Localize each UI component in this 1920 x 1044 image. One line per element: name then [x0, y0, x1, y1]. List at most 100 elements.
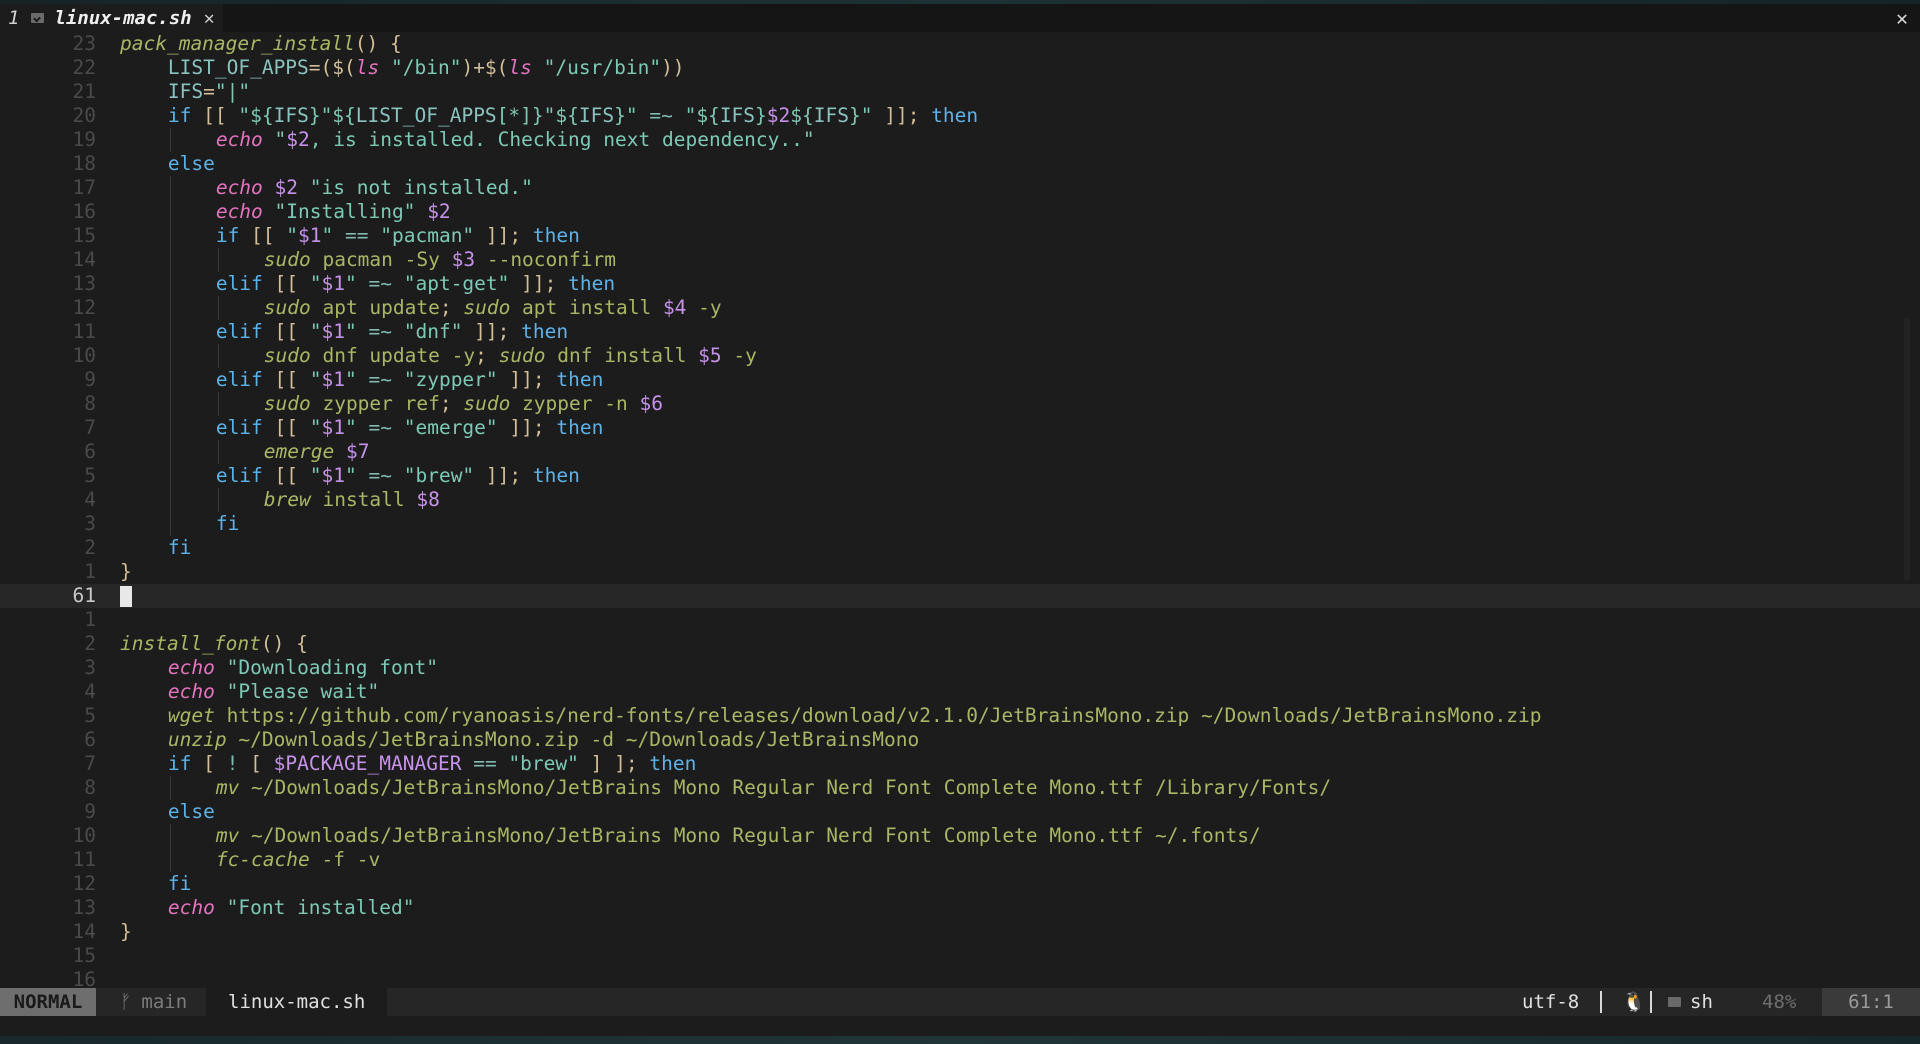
code-token: }" — [849, 104, 873, 127]
code-token: -y — [721, 344, 757, 367]
indent-guide — [169, 368, 171, 392]
code-line[interactable]: 23 pack_manager_install() { — [0, 32, 1920, 56]
code-line[interactable]: 21 IFS="|" — [0, 80, 1920, 104]
code-line[interactable]: 16 echo "Installing" $2 — [0, 200, 1920, 224]
code-token: " — [345, 320, 357, 343]
code-token: =~ — [649, 104, 673, 127]
code-text: elif [[ "$1" =~ "apt-get" ]]; then — [216, 272, 615, 296]
code-line[interactable]: 9 else — [0, 800, 1920, 824]
code-text: fc-cache -f -v — [216, 848, 380, 872]
code-text: pack_manager_install() { — [120, 32, 402, 56]
code-line[interactable]: 11 fc-cache -f -v — [0, 848, 1920, 872]
code-token: mv — [215, 824, 240, 847]
line-number: 1 — [84, 608, 96, 631]
code-token: LIST_OF_APPS — [167, 56, 309, 79]
line-number: 9 — [84, 368, 96, 391]
code-token: [ — [191, 752, 227, 775]
code-line[interactable]: 11 elif [[ "$1" =~ "dnf" ]]; then — [0, 320, 1920, 344]
code-line[interactable]: 9 elif [[ "$1" =~ "zypper" ]]; then — [0, 368, 1920, 392]
code-token: unzip — [167, 728, 227, 751]
code-line[interactable]: 5 wget https://github.com/ryanoasis/nerd-… — [0, 704, 1920, 728]
code-line[interactable]: 10 sudo dnf update -y; sudo dnf install $… — [0, 344, 1920, 368]
code-line[interactable]: 6 unzip ~/Downloads/JetBrainsMono.zip -d … — [0, 728, 1920, 752]
code-line[interactable]: 7 if [ ! [ $PACKAGE_MANAGER == "brew" ] ]… — [0, 752, 1920, 776]
line-number: 17 — [72, 176, 96, 199]
code-line[interactable]: 12 fi — [0, 872, 1920, 896]
indent-guide — [169, 776, 171, 800]
code-line[interactable]: 18 else — [0, 152, 1920, 176]
indent-guide — [169, 512, 171, 536]
editor-buffer[interactable]: 23 pack_manager_install() {22 LIST_OF_APPS… — [0, 32, 1920, 991]
indent-guide — [217, 392, 219, 416]
code-line[interactable]: 15 — [0, 944, 1920, 968]
code-token: "apt-get" — [403, 272, 510, 295]
tab-close-icon[interactable]: ✕ — [204, 8, 215, 29]
indent-guide — [217, 440, 219, 464]
mode-indicator: NORMAL — [0, 988, 96, 1016]
code-token: "|" — [214, 80, 251, 103]
code-line[interactable]: 2 fi — [0, 536, 1920, 560]
code-line[interactable]: 5 elif [[ "$1" =~ "brew" ]]; then — [0, 464, 1920, 488]
code-line[interactable]: 22 LIST_OF_APPS=($(ls "/bin")+$(ls "/usr/… — [0, 56, 1920, 80]
code-line[interactable]: 7 elif [[ "$1" =~ "emerge" ]]; then — [0, 416, 1920, 440]
code-line[interactable]: 4 brew install $8 — [0, 488, 1920, 512]
code-line[interactable]: 4 echo "Please wait" — [0, 680, 1920, 704]
code-token: ~/Downloads/JetBrainsMono/JetBrains Mono… — [239, 824, 1261, 847]
scrollbar[interactable] — [1904, 318, 1910, 580]
code-line[interactable]: 3 echo "Downloading font" — [0, 656, 1920, 680]
code-token: sudo — [463, 296, 511, 319]
code-line[interactable]: 20 if [[ "${IFS}"${LIST_OF_APPS[*]}"${IFS… — [0, 104, 1920, 128]
code-line[interactable]: 10 mv ~/Downloads/JetBrainsMono/JetBrains… — [0, 824, 1920, 848]
code-token: then — [521, 320, 569, 343]
code-line[interactable]: 12 sudo apt update; sudo apt install $4 -… — [0, 296, 1920, 320]
code-line[interactable]: 1 — [0, 608, 1920, 632]
code-line[interactable]: 19 echo "$2, is installed. Checking next … — [0, 128, 1920, 152]
code-text: IFS="|" — [168, 80, 250, 104]
code-line[interactable]: 8 sudo zypper ref; sudo zypper -n $6 — [0, 392, 1920, 416]
code-line[interactable]: 14 sudo pacman -Sy $3 --noconfirm — [0, 248, 1920, 272]
code-text: LIST_OF_APPS=($(ls "/bin")+$(ls "/usr/bi… — [168, 56, 685, 80]
code-token: }" — [614, 104, 638, 127]
status-filename: linux-mac.sh — [206, 988, 388, 1016]
code-token: == — [473, 752, 497, 775]
line-number: 3 — [84, 656, 96, 679]
code-token: $2 — [274, 176, 299, 199]
code-token: )+$( — [461, 56, 509, 79]
scroll-percent: 48% — [1762, 991, 1797, 1013]
code-token: if — [167, 104, 192, 127]
code-token: https://github.com/ryanoasis/nerd-fonts/… — [214, 704, 1542, 727]
code-line[interactable]: 13 echo "Font installed" — [0, 896, 1920, 920]
line-number: 8 — [84, 776, 96, 799]
status-separator — [1600, 991, 1602, 1013]
tab-linux-mac-sh[interactable]: 1 linux-mac.sh ✕ — [0, 4, 223, 32]
code-line[interactable]: 1} — [0, 560, 1920, 584]
code-line[interactable]: 3 fi — [0, 512, 1920, 536]
code-token: wget — [167, 704, 215, 727]
code-line[interactable]: 14} — [0, 920, 1920, 944]
current-line[interactable]: 61 — [0, 584, 1920, 608]
code-line[interactable]: 13 elif [[ "$1" =~ "apt-get" ]]; then — [0, 272, 1920, 296]
code-token: [[ — [239, 224, 287, 247]
code-line[interactable]: 8 mv ~/Downloads/JetBrainsMono/JetBrains … — [0, 776, 1920, 800]
code-line[interactable]: 17 echo $2 "is not installed." — [0, 176, 1920, 200]
line-number: 61 — [72, 584, 96, 607]
line-number: 11 — [72, 848, 96, 871]
indent-guide — [217, 344, 219, 368]
code-text: if [[ "$1" == "pacman" ]]; then — [216, 224, 580, 248]
code-token: sudo — [463, 392, 511, 415]
code-token: fi — [167, 872, 192, 895]
code-line[interactable]: 15 if [[ "$1" == "pacman" ]]; then — [0, 224, 1920, 248]
close-all-tabs-icon[interactable]: ✕ — [1896, 4, 1908, 32]
code-text: echo "$2, is installed. Checking next de… — [216, 128, 815, 152]
code-token: IFS — [273, 104, 309, 127]
code-line[interactable]: 2 install_font() { — [0, 632, 1920, 656]
code-line[interactable]: 6 emerge $7 — [0, 440, 1920, 464]
indent-guide — [217, 296, 219, 320]
